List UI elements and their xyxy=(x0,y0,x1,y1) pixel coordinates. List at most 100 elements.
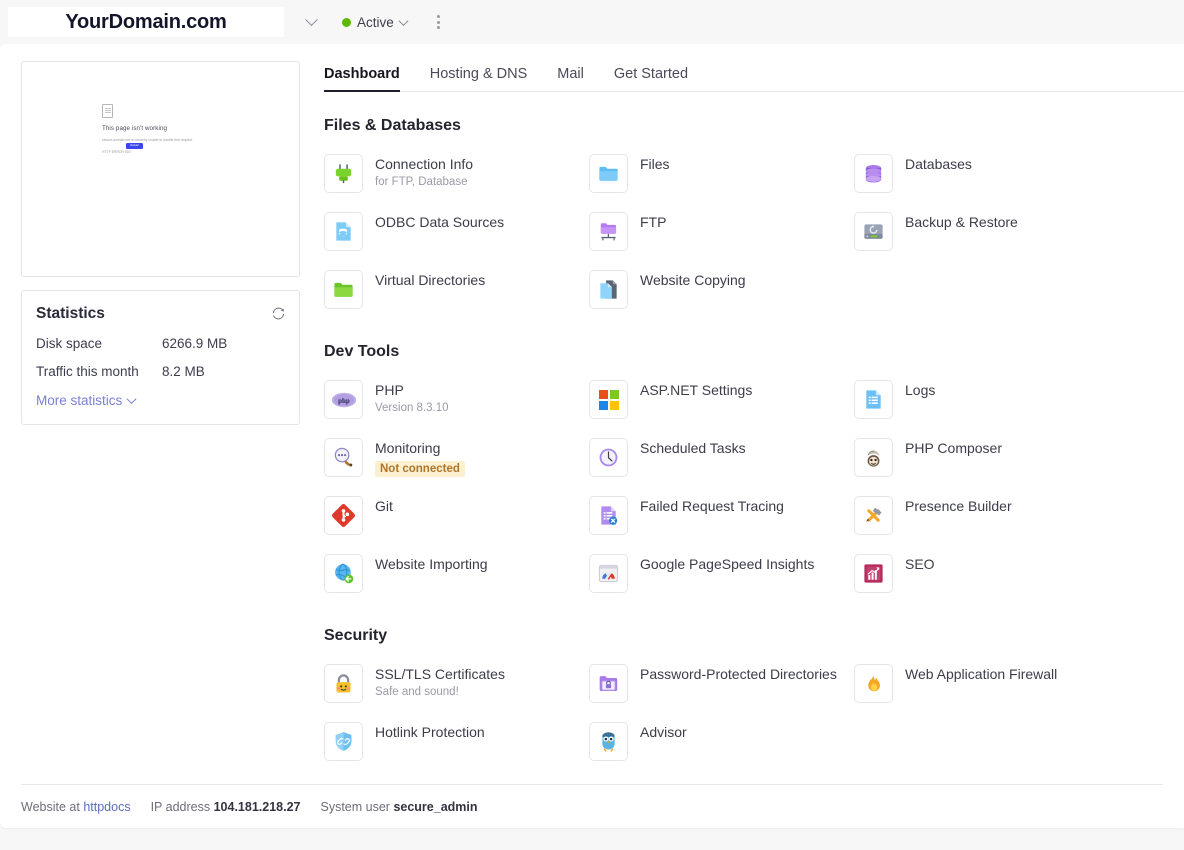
tile-google-pagespeed-insights[interactable]: Google PageSpeed Insights xyxy=(589,544,854,602)
tab-dashboard[interactable]: Dashboard xyxy=(324,66,400,92)
tile-php[interactable]: php PHP Version 8.3.10 xyxy=(324,370,589,428)
footer-website: Website at httpdocs xyxy=(21,800,131,814)
section-title-security: Security xyxy=(324,627,388,644)
footer-ip-label: IP address xyxy=(150,800,211,814)
tile-aspnet-settings[interactable]: ASP.NET Settings xyxy=(589,370,854,428)
tile-label: Virtual Directories xyxy=(375,272,486,288)
footer-website-value[interactable]: httpdocs xyxy=(83,800,130,814)
shield-link-icon xyxy=(324,722,363,761)
kebab-menu-icon[interactable] xyxy=(431,11,446,33)
tile-text: Databases xyxy=(905,154,972,174)
more-statistics-label: More statistics xyxy=(36,393,123,408)
tile-virtual-directories[interactable]: Virtual Directories xyxy=(324,260,589,318)
tile-git[interactable]: Git xyxy=(324,486,589,544)
tab-bar: Dashboard Hosting & DNS Mail Get Started xyxy=(324,44,1184,92)
tile-text: Password-Protected Directories xyxy=(640,664,837,684)
tile-label: PHP Composer xyxy=(905,440,1003,456)
tile-text: Logs xyxy=(905,380,935,400)
tile-label: Logs xyxy=(905,382,936,398)
tile-text: Web Application Firewall xyxy=(905,664,1057,684)
tile-backup-and-restore[interactable]: Backup & Restore xyxy=(854,202,1119,260)
right-column: Dashboard Hosting & DNS Mail Get Started… xyxy=(324,44,1184,770)
more-statistics-link[interactable]: More statistics xyxy=(36,393,285,408)
speedometer-icon xyxy=(589,554,628,593)
tile-website-importing[interactable]: Website Importing xyxy=(324,544,589,602)
owl-icon xyxy=(589,722,628,761)
php-icon: php xyxy=(324,380,363,419)
tile-databases[interactable]: Databases xyxy=(854,144,1119,202)
tile-monitoring[interactable]: Monitoring Not connected xyxy=(324,428,589,486)
site-preview-thumbnail[interactable]: This page isn't working secure-domain.ne… xyxy=(21,61,300,277)
tile-text: Git xyxy=(375,496,393,516)
preview-error-title: This page isn't working xyxy=(102,125,168,132)
tile-advisor[interactable]: Advisor xyxy=(589,712,854,770)
tile-label: Files xyxy=(640,156,670,172)
tile-website-copying[interactable]: Website Copying xyxy=(589,260,854,318)
chevron-down-icon[interactable] xyxy=(398,15,409,26)
tab-get-started[interactable]: Get Started xyxy=(614,66,688,91)
tile-text: Advisor xyxy=(640,722,687,742)
tile-hotlink-protection[interactable]: Hotlink Protection xyxy=(324,712,589,770)
tab-mail[interactable]: Mail xyxy=(557,66,584,91)
tile-label: PHP xyxy=(375,382,404,398)
copy-pages-icon xyxy=(589,270,628,309)
tab-label: Dashboard xyxy=(324,66,400,82)
tile-label: Password-Protected Directories xyxy=(640,666,837,682)
tab-label: Get Started xyxy=(613,66,689,82)
chevron-down-icon[interactable] xyxy=(302,12,320,32)
tile-seo[interactable]: SEO xyxy=(854,544,1119,602)
statistics-card: Statistics Disk space 6266.9 MB Traffic … xyxy=(21,290,300,425)
tile-label: Presence Builder xyxy=(905,498,1012,514)
git-icon xyxy=(324,496,363,535)
tab-label: Hosting & DNS xyxy=(429,66,528,82)
tile-text: Monitoring Not connected xyxy=(375,438,465,477)
tab-hosting-and-dns[interactable]: Hosting & DNS xyxy=(430,66,528,91)
tile-logs[interactable]: Logs xyxy=(854,370,1119,428)
tile-odbc-data-sources[interactable]: ODBC Data Sources xyxy=(324,202,589,260)
footer-bar: Website at httpdocs IP address 104.181.2… xyxy=(21,784,1163,814)
tile-label: Databases xyxy=(905,156,972,172)
section-title-files-databases: Files & Databases xyxy=(324,117,461,134)
tile-files[interactable]: Files xyxy=(589,144,854,202)
domain-selector[interactable]: YourDomain.com xyxy=(8,7,284,37)
tile-text: Google PageSpeed Insights xyxy=(640,554,814,574)
tile-label: Hotlink Protection xyxy=(375,724,485,740)
tile-php-composer[interactable]: PHP Composer xyxy=(854,428,1119,486)
main-card: This page isn't working secure-domain.ne… xyxy=(0,44,1184,828)
kebab-dot xyxy=(436,26,440,29)
top-bar: YourDomain.com Active xyxy=(0,0,1184,44)
tile-connection-info[interactable]: Connection Info for FTP, Database xyxy=(324,144,589,202)
tile-label: FTP xyxy=(640,214,667,230)
tile-text: SSL/TLS Certificates Safe and sound! xyxy=(375,664,505,698)
tile-label: Website Copying xyxy=(640,272,746,288)
odbc-document-icon xyxy=(324,212,363,251)
plug-icon xyxy=(324,154,363,193)
tile-placeholder xyxy=(854,260,1119,318)
tile-sublabel: Version 8.3.10 xyxy=(375,401,449,414)
tile-web-application-firewall[interactable]: Web Application Firewall xyxy=(854,654,1119,712)
tile-ftp[interactable]: FTP xyxy=(589,202,854,260)
failed-request-icon xyxy=(589,496,628,535)
statistics-title: Statistics xyxy=(36,305,105,322)
statistic-label: Disk space xyxy=(36,336,103,351)
database-icon xyxy=(854,154,893,193)
locked-folder-icon xyxy=(589,664,628,703)
tile-ssl-tls-certificates[interactable]: SSL/TLS Certificates Safe and sound! xyxy=(324,654,589,712)
refresh-icon[interactable] xyxy=(268,303,288,323)
tile-scheduled-tasks[interactable]: Scheduled Tasks xyxy=(589,428,854,486)
tile-text: SEO xyxy=(905,554,935,574)
tile-presence-builder[interactable]: Presence Builder xyxy=(854,486,1119,544)
tile-failed-request-tracing[interactable]: Failed Request Tracing xyxy=(589,486,854,544)
preview-error-line2: HTTP ERROR 500 xyxy=(102,150,131,155)
section-grid-security: SSL/TLS Certificates Safe and sound! Pas… xyxy=(324,654,1184,770)
tile-label: Scheduled Tasks xyxy=(640,440,746,456)
status-badge[interactable]: Active xyxy=(342,15,409,30)
document-icon xyxy=(102,104,113,118)
tile-text: ASP.NET Settings xyxy=(640,380,752,400)
tile-password-protected-directories[interactable]: Password-Protected Directories xyxy=(589,654,854,712)
tile-label: ODBC Data Sources xyxy=(375,214,505,230)
preview-reload-button: Reload xyxy=(126,143,143,149)
footer-website-label: Website at xyxy=(21,800,80,814)
statistic-value: 6266.9 MB xyxy=(162,336,228,351)
svg-text:php: php xyxy=(338,396,350,404)
